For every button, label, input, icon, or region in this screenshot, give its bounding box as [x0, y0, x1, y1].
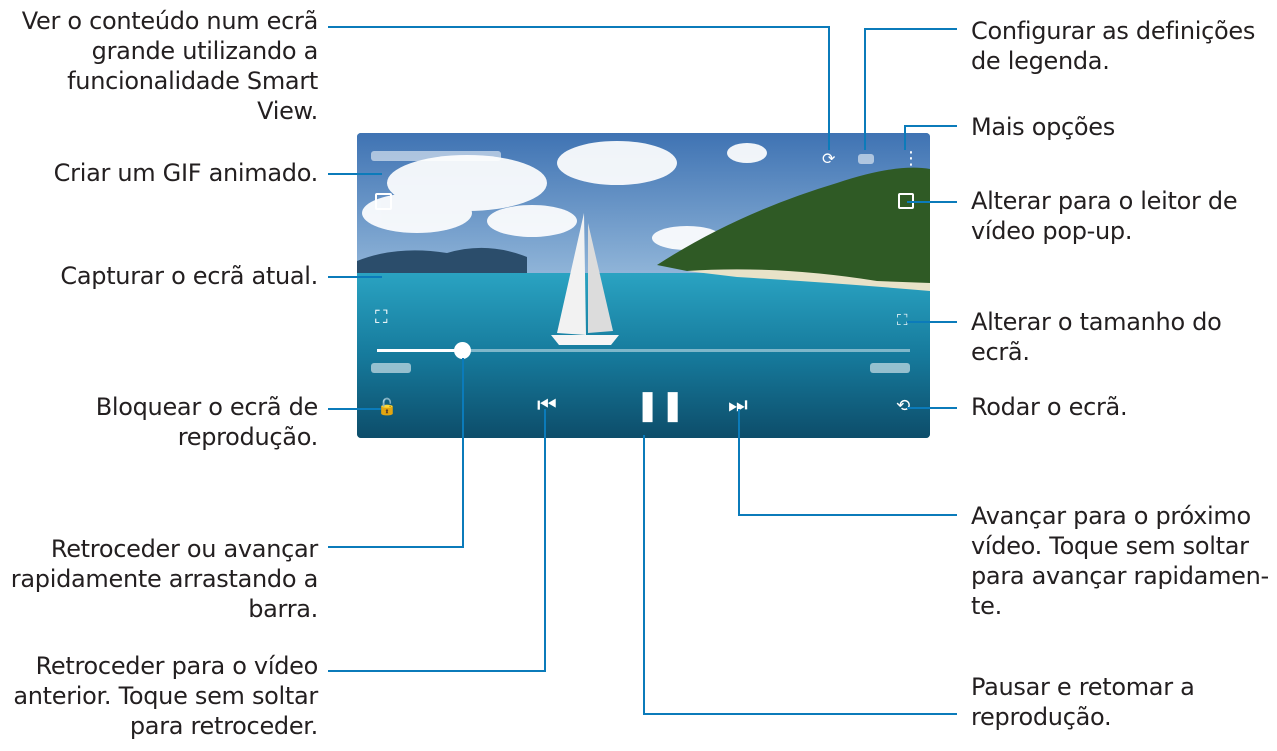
pause-icon[interactable]: ❚❚	[635, 391, 685, 421]
callout-line: Retroceder ou avançar	[50, 535, 318, 563]
callout-line: para retroceder.	[129, 712, 318, 740]
video-title	[371, 151, 501, 161]
subtitles-icon[interactable]	[858, 154, 874, 164]
callout-line: para avançar rapidamen-	[971, 562, 1269, 590]
next-icon[interactable]: ⏭	[728, 395, 748, 417]
capture-icon[interactable]: ⛶	[375, 309, 388, 327]
callout-line: rapidamente arrastando a	[10, 565, 319, 593]
callout-line: ecrã.	[971, 338, 1030, 366]
annotated-screenshot: Ver o conteúdo num ecrã grande utilizand…	[0, 0, 1277, 751]
callout-line: Alterar para o leitor de	[971, 187, 1238, 215]
callout-line: Avançar para o próximo	[971, 502, 1251, 530]
seek-bar-progress	[377, 349, 463, 352]
callout-gif: Criar um GIF animado.	[53, 158, 319, 188]
callout-line: Criar um GIF animado.	[53, 159, 319, 187]
callout-line: Retroceder para o vídeo	[35, 652, 319, 680]
callout-line: vídeo pop-up.	[971, 217, 1133, 245]
callout-line: vídeo. Toque sem soltar	[971, 532, 1249, 560]
callout-rotate: Rodar o ecrã.	[971, 392, 1128, 422]
previous-icon[interactable]: ⏮	[537, 395, 557, 417]
callout-line: Ver o conteúdo num ecrã	[21, 7, 319, 35]
callout-line: Capturar o ecrã atual.	[60, 262, 318, 290]
callout-line: Configurar as definições	[971, 17, 1256, 45]
more-options-icon[interactable]: ⋮	[902, 150, 920, 168]
callout-more: Mais opções	[971, 112, 1115, 142]
callout-popup: Alterar para o leitor de vídeo pop-up.	[971, 186, 1238, 246]
callout-seek: Retroceder ou avançar rapidamente arrast…	[10, 534, 319, 624]
callout-line: reprodução.	[971, 703, 1112, 731]
popup-player-icon[interactable]	[898, 193, 914, 209]
callout-line: funcionalidade Smart	[67, 67, 318, 95]
callout-pause: Pausar e retomar a reprodução.	[971, 672, 1195, 732]
callout-line: de legenda.	[971, 47, 1110, 75]
callout-line: te.	[971, 592, 1002, 620]
callout-line: reprodução.	[177, 423, 319, 451]
callout-previous: Retroceder para o vídeo anterior. Toque …	[13, 651, 318, 741]
elapsed-time	[371, 363, 411, 373]
video-player[interactable]: ⛶ 🔓 ⟳ ⋮ ⛶ ⟲ ⏮ ❚❚ ⏭	[357, 133, 930, 438]
callout-line: anterior. Toque sem soltar	[13, 682, 318, 710]
callout-line: Pausar e retomar a	[971, 673, 1195, 701]
gif-icon[interactable]	[375, 193, 392, 210]
callout-line: grande utilizando a	[91, 37, 319, 65]
callout-capture: Capturar o ecrã atual.	[60, 261, 318, 291]
rotate-icon[interactable]: ⟲	[896, 398, 910, 415]
callout-ratio: Alterar o tamanho do ecrã.	[971, 307, 1222, 367]
callout-line: Alterar o tamanho do	[971, 308, 1222, 336]
screen-ratio-icon[interactable]: ⛶	[897, 313, 908, 328]
callout-smart-view: Ver o conteúdo num ecrã grande utilizand…	[21, 6, 319, 126]
callout-next: Avançar para o próximo vídeo. Toque sem …	[971, 501, 1269, 621]
lock-icon[interactable]: 🔓	[377, 399, 397, 415]
smart-view-icon[interactable]: ⟳	[822, 151, 835, 167]
callout-line: barra.	[248, 595, 318, 623]
total-time	[870, 363, 910, 373]
callout-subtitles: Configurar as definições de legenda.	[971, 16, 1255, 76]
callout-line: Rodar o ecrã.	[971, 393, 1128, 421]
callout-line: Bloquear o ecrã de	[95, 393, 319, 421]
callout-lock: Bloquear o ecrã de reprodução.	[95, 392, 319, 452]
callout-line: Mais opções	[971, 113, 1115, 141]
callout-line: View.	[257, 97, 318, 125]
